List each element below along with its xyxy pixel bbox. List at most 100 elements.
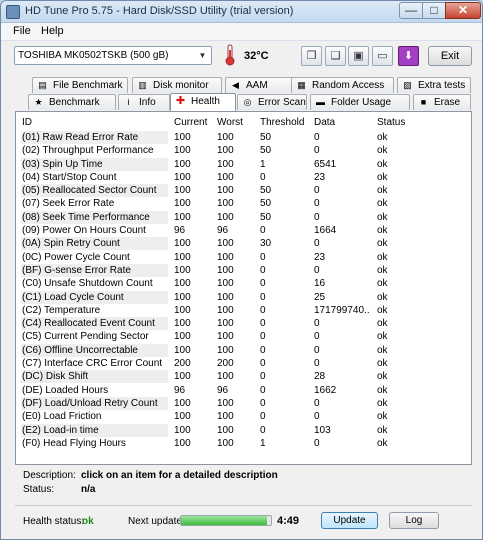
tab-error-scan[interactable]: ◎ Error Scan — [237, 94, 307, 110]
status-label: Status: — [23, 484, 55, 495]
cell-worst: 100 — [217, 171, 234, 183]
tab-erase[interactable]: ■ Erase — [413, 94, 471, 110]
table-row[interactable]: (0C) Power Cycle Count 100 100 0 23 ok — [21, 251, 467, 264]
table-row[interactable]: (E0) Load Friction 100 100 0 0 ok — [21, 410, 467, 423]
column-header-data[interactable]: Data — [314, 117, 335, 128]
tab-folder-usage[interactable]: ▬ Folder Usage — [310, 94, 410, 110]
table-row[interactable]: (BF) G-sense Error Rate 100 100 0 0 ok — [21, 263, 467, 277]
divider — [15, 505, 472, 506]
tab-random-access[interactable]: ▦ Random Access — [291, 77, 394, 93]
tab-health[interactable]: ✚ Health — [170, 93, 236, 111]
column-header-threshold[interactable]: Threshold — [260, 117, 304, 128]
progress-fill — [181, 516, 267, 525]
close-button[interactable]: ✕ — [445, 2, 481, 19]
tab-label: Folder Usage — [331, 97, 392, 108]
table-row[interactable]: (08) Seek Time Performance 100 100 50 0 ok — [21, 210, 467, 224]
column-header-status[interactable]: Status — [377, 117, 405, 128]
tab-file-benchmark[interactable]: ▤ File Benchmark — [32, 77, 128, 93]
table-row[interactable]: (0A) Spin Retry Count 100 100 30 0 ok — [21, 237, 467, 251]
cell-id: (02) Throughput Performance — [22, 145, 154, 157]
tab-disk-monitor[interactable]: ▥ Disk monitor — [132, 77, 222, 93]
copy-info-icon[interactable]: ❐ — [301, 46, 322, 66]
exit-button[interactable]: Exit — [428, 46, 472, 66]
cell-threshold: 50 — [260, 145, 272, 157]
cell-status: ok — [377, 251, 388, 263]
table-row[interactable]: (DE) Loaded Hours 96 96 0 1662 ok — [21, 384, 467, 397]
cell-worst: 96 — [217, 225, 229, 237]
tab-aam[interactable]: ◀ AAM — [225, 77, 295, 93]
log-button[interactable]: Log — [389, 512, 439, 529]
tab-extra-tests[interactable]: ▧ Extra tests — [397, 77, 471, 93]
cell-threshold: 0 — [260, 251, 266, 263]
magnifier-icon: ◎ — [243, 97, 252, 107]
cell-worst: 100 — [217, 371, 234, 383]
cell-threshold: 0 — [260, 278, 266, 290]
table-row[interactable]: (04) Start/Stop Count 100 100 0 23 ok — [21, 171, 467, 184]
health-cross-icon: ✚ — [175, 95, 186, 107]
table-row[interactable]: (C4) Reallocated Event Count 100 100 0 0 ok — [21, 317, 467, 331]
table-row[interactable]: (DC) Disk Shift 100 100 0 28 ok — [21, 370, 467, 384]
cell-threshold: 30 — [260, 238, 272, 250]
cell-threshold: 0 — [260, 264, 266, 276]
chevron-down-icon[interactable]: ▼ — [195, 48, 210, 63]
table-row[interactable]: (DF) Load/Unload Retry Count 100 100 0 0 ok — [21, 396, 467, 410]
title-bar[interactable]: HD Tune Pro 5.75 - Hard Disk/SSD Utility… — [1, 1, 482, 23]
cell-current: 100 — [174, 211, 191, 223]
menu-file[interactable]: File — [13, 25, 31, 37]
copy-text-icon[interactable]: ❑ — [325, 46, 346, 66]
cell-data: 0 — [314, 238, 320, 250]
minimize-button[interactable]: — — [399, 2, 423, 19]
cell-id: (07) Seek Error Rate — [22, 198, 115, 210]
cell-worst: 100 — [217, 318, 234, 330]
download-icon[interactable]: ⬇ — [398, 46, 419, 66]
cell-status: ok — [377, 371, 388, 383]
table-row[interactable]: (C2) Temperature 100 100 0 171799740... ok — [21, 304, 467, 317]
column-header-id[interactable]: ID — [22, 117, 32, 128]
smart-table: ID Current Worst Threshold Data Status (… — [15, 111, 472, 465]
table-row[interactable]: (C0) Unsafe Shutdown Count 100 100 0 16 ok — [21, 277, 467, 290]
cell-status: ok — [377, 198, 388, 210]
maximize-button[interactable]: □ — [422, 2, 446, 19]
update-button[interactable]: Update — [321, 512, 378, 529]
table-row[interactable]: (C1) Load Cycle Count 100 100 0 25 ok — [21, 290, 467, 304]
cell-data: 1662 — [314, 384, 337, 396]
table-row[interactable]: (F0) Head Flying Hours 100 100 1 0 ok — [21, 437, 467, 450]
table-row[interactable]: (01) Raw Read Error Rate 100 100 50 0 ok — [21, 131, 467, 144]
cell-current: 100 — [174, 437, 191, 449]
tab-label: Random Access — [312, 80, 385, 91]
random-access-icon: ▦ — [297, 80, 306, 90]
table-row[interactable]: (C7) Interface CRC Error Count 200 200 0 0 ok — [21, 357, 467, 370]
drive-select[interactable]: TOSHIBA MK0502TSKB (500 gB) ▼ — [14, 46, 212, 65]
save-icon[interactable]: ▭ — [372, 46, 393, 66]
table-row[interactable]: (C5) Current Pending Sector 100 100 0 0 ok — [21, 330, 467, 343]
next-update-timer: 4:49 — [277, 515, 300, 527]
cell-current: 100 — [174, 145, 191, 157]
cell-id: (DC) Disk Shift — [21, 370, 168, 384]
cell-status: ok — [377, 318, 388, 330]
cell-current: 100 — [174, 424, 191, 436]
cell-worst: 100 — [217, 411, 234, 423]
table-row[interactable]: (07) Seek Error Rate 100 100 50 0 ok — [21, 197, 467, 210]
table-row[interactable]: (09) Power On Hours Count 96 96 0 1664 ok — [21, 224, 467, 237]
table-row[interactable]: (02) Throughput Performance 100 100 50 0 ok — [21, 144, 467, 157]
column-header-current[interactable]: Current — [174, 117, 207, 128]
table-row[interactable]: (05) Reallocated Sector Count 100 100 50 0 ok — [21, 184, 467, 198]
cell-data: 0 — [314, 358, 320, 370]
info-icon: i — [127, 97, 130, 107]
tab-benchmark[interactable]: ★ Benchmark — [28, 94, 116, 110]
cell-status: ok — [377, 304, 388, 316]
cell-threshold: 0 — [260, 384, 266, 396]
cell-threshold: 0 — [260, 225, 266, 237]
tab-info[interactable]: i Info — [118, 94, 170, 110]
column-header-worst[interactable]: Worst — [217, 117, 243, 128]
cell-status: ok — [377, 185, 388, 197]
table-row[interactable]: (C6) Offline Uncorrectable 100 100 0 0 ok — [21, 343, 467, 357]
cell-worst: 100 — [217, 158, 234, 170]
cell-status: ok — [377, 211, 388, 223]
cell-data: 23 — [314, 251, 326, 263]
tab-strip: ▤ File Benchmark ▥ Disk monitor ◀ AAM ▦ … — [15, 77, 472, 111]
table-row[interactable]: (03) Spin Up Time 100 100 1 6541 ok — [21, 157, 467, 171]
table-row[interactable]: (E2) Load-in time 100 100 0 103 ok — [21, 423, 467, 437]
screenshot-icon[interactable]: ▣ — [348, 46, 369, 66]
menu-help[interactable]: Help — [41, 25, 64, 37]
